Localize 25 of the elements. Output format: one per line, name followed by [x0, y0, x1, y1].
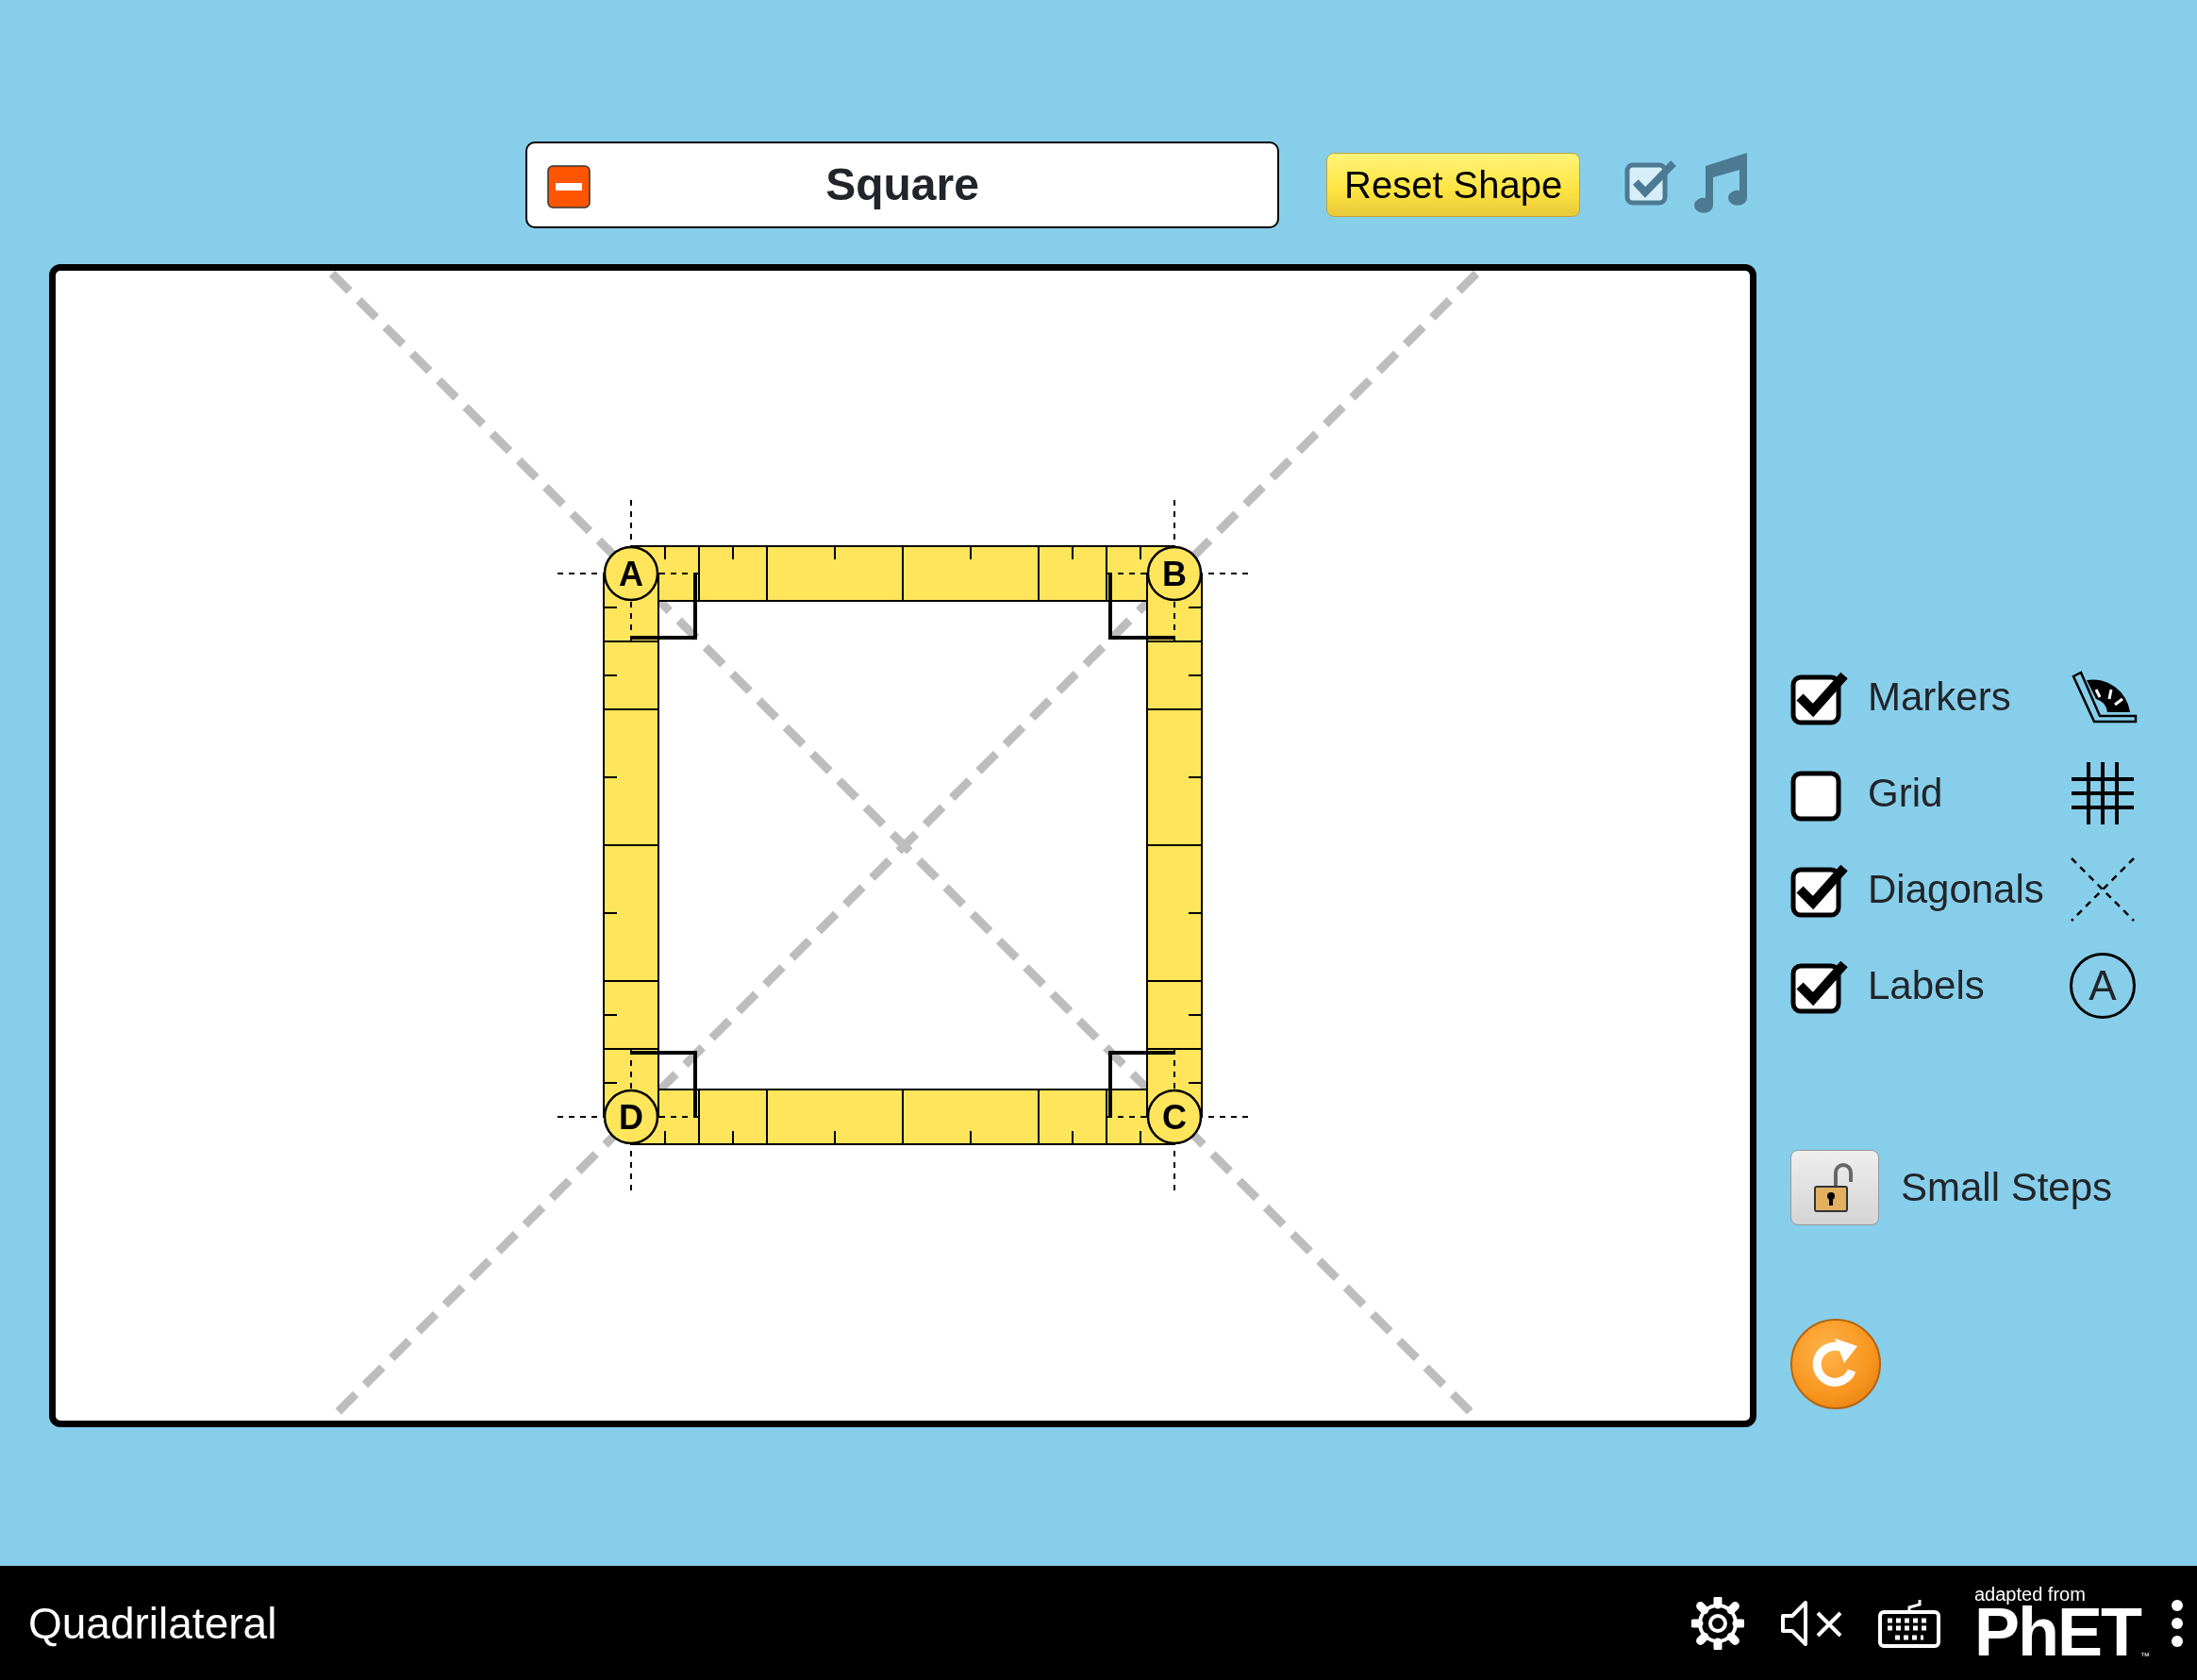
reset-shape-button[interactable]: Reset Shape	[1326, 153, 1581, 217]
keyboard-icon[interactable]	[1878, 1598, 1940, 1648]
settings-icon[interactable]	[1691, 1596, 1744, 1650]
vertex-handle[interactable]: A	[603, 545, 659, 602]
option-label: Markers	[1868, 677, 2012, 717]
minus-icon	[547, 165, 591, 208]
vertex-handle[interactable]: D	[603, 1089, 659, 1145]
small-steps-label: Small Steps	[1901, 1168, 2113, 1207]
option-label: Labels	[1868, 966, 1986, 1006]
diagonals-icon	[2070, 857, 2136, 923]
grid-icon	[2070, 760, 2136, 826]
shape-name: Square	[825, 162, 979, 208]
option-label: Diagonals	[1868, 870, 2045, 909]
vertex-handle[interactable]: B	[1146, 545, 1203, 602]
muted-speaker-icon[interactable]	[1780, 1599, 1844, 1647]
protractor-ruler-icon	[2070, 671, 2138, 724]
menu-icon[interactable]	[2171, 1598, 2184, 1648]
option-label: Grid	[1868, 773, 1944, 813]
sim-title: Quadrilateral	[28, 1601, 277, 1645]
small-steps-button[interactable]	[1790, 1150, 1879, 1225]
trademark-mark: ™	[2140, 1652, 2150, 1662]
shape-combo-box[interactable]: Square	[525, 141, 1279, 228]
adapted-from-text: adapted from	[1974, 1584, 2087, 1604]
letter-circle-icon: A	[2070, 953, 2136, 1019]
vertex-handle[interactable]: C	[1146, 1089, 1203, 1145]
